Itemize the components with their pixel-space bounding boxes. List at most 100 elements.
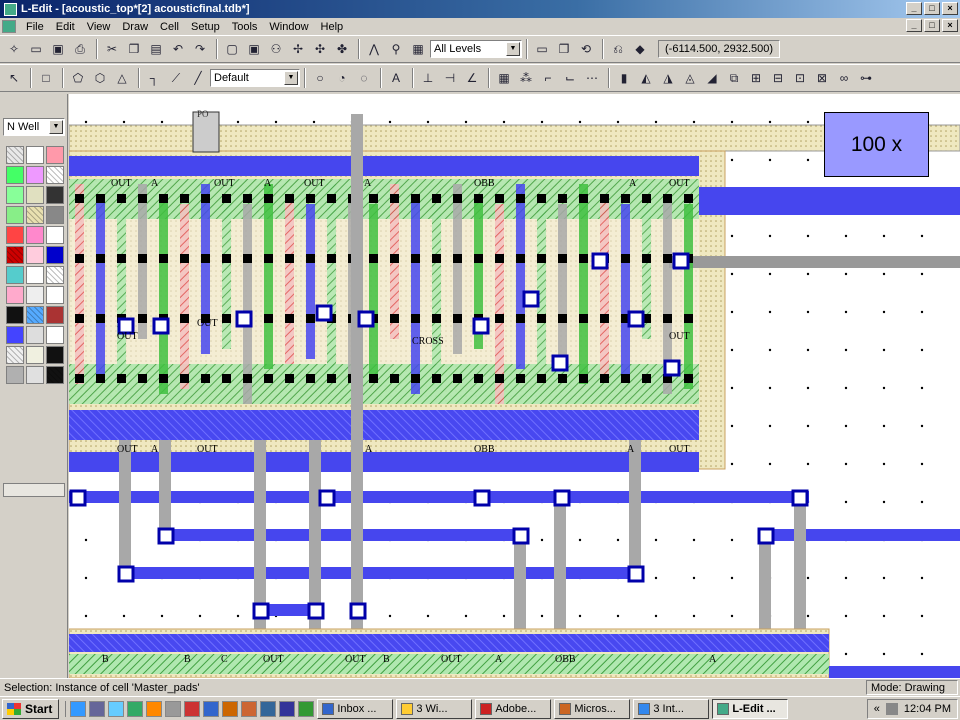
boolean-icon[interactable]: ▮ bbox=[614, 68, 634, 88]
menu-setup[interactable]: Setup bbox=[185, 21, 226, 33]
layer-swatch[interactable] bbox=[26, 246, 44, 264]
polygon-tool-icon[interactable]: ⬠ bbox=[68, 68, 88, 88]
layout-canvas[interactable]: PO OUT A OUT A OUT A OBB A OUT OUT OUT C… bbox=[69, 94, 960, 678]
layer-swatch[interactable] bbox=[46, 306, 64, 324]
ungroup-icon[interactable]: ⊠ bbox=[812, 68, 832, 88]
edge-icon[interactable]: ⌐ bbox=[538, 68, 558, 88]
array-icon[interactable]: ⁂ bbox=[516, 68, 536, 88]
maximize-button[interactable]: □ bbox=[924, 2, 940, 15]
binoculars-icon[interactable]: ⚇ bbox=[266, 39, 286, 59]
layer-swatch[interactable] bbox=[26, 206, 44, 224]
layer-swatch[interactable] bbox=[46, 286, 64, 304]
layer-select[interactable]: N Well ▼ bbox=[3, 118, 65, 136]
layer-swatch[interactable] bbox=[46, 166, 64, 184]
layer-swatch[interactable] bbox=[26, 166, 44, 184]
menu-cell[interactable]: Cell bbox=[154, 21, 185, 33]
layer-swatch[interactable] bbox=[26, 306, 44, 324]
polygon-45-icon[interactable]: ⬡ bbox=[90, 68, 110, 88]
layer-icon[interactable]: ▦ bbox=[408, 39, 428, 59]
layer-swatch[interactable] bbox=[46, 226, 64, 244]
open-cell-icon[interactable]: ▭ bbox=[532, 39, 552, 59]
layer-swatch[interactable] bbox=[26, 366, 44, 384]
eraser-icon[interactable]: ◆ bbox=[630, 39, 650, 59]
layer-swatch[interactable] bbox=[26, 286, 44, 304]
taskbar-button[interactable]: L-Edit ... bbox=[712, 698, 789, 719]
desktop-icon[interactable] bbox=[127, 700, 144, 717]
start-button[interactable]: Start bbox=[2, 698, 60, 719]
office-icon[interactable] bbox=[241, 700, 258, 717]
clock[interactable]: 12:04 PM bbox=[904, 703, 951, 715]
cell-copy-icon[interactable]: ❐ bbox=[554, 39, 574, 59]
explorer-icon[interactable] bbox=[203, 700, 220, 717]
layer-swatch[interactable] bbox=[26, 226, 44, 244]
doc-restore-button[interactable]: □ bbox=[924, 19, 940, 32]
cut-icon[interactable]: ✂ bbox=[102, 39, 122, 59]
print-icon[interactable]: ⎙ bbox=[70, 39, 90, 59]
taskbar-button[interactable]: 3 Int... bbox=[633, 698, 710, 719]
port-tool-icon[interactable]: A bbox=[386, 68, 406, 88]
chevron-down-icon[interactable]: ▼ bbox=[49, 120, 63, 134]
menu-draw[interactable]: Draw bbox=[116, 21, 154, 33]
layer-swatch[interactable] bbox=[6, 266, 24, 284]
doc-minimize-button[interactable]: _ bbox=[906, 19, 922, 32]
shrink-icon[interactable]: ⊟ bbox=[768, 68, 788, 88]
slice-icon[interactable]: ⋯ bbox=[582, 68, 602, 88]
new-file-icon[interactable]: ✧ bbox=[4, 39, 24, 59]
wire-90-icon[interactable]: ┐ bbox=[144, 68, 164, 88]
circle-tool-icon[interactable]: ○ bbox=[310, 68, 330, 88]
cell-refresh-icon[interactable]: ⟲ bbox=[576, 39, 596, 59]
search-icon[interactable]: ⚲ bbox=[386, 39, 406, 59]
menu-file[interactable]: File bbox=[20, 21, 50, 33]
doc-close-button[interactable]: × bbox=[942, 19, 958, 32]
layer-swatch[interactable] bbox=[6, 226, 24, 244]
ruler-angle-icon[interactable]: ∠ bbox=[462, 68, 482, 88]
layer-swatch[interactable] bbox=[6, 326, 24, 344]
style-select[interactable]: Default ▼ bbox=[210, 69, 300, 87]
grow-icon[interactable]: ⊞ bbox=[746, 68, 766, 88]
vertex-icon[interactable]: ⌙ bbox=[560, 68, 580, 88]
network-icon[interactable]: ⎌ bbox=[608, 39, 628, 59]
rotate-icon[interactable]: ◬ bbox=[680, 68, 700, 88]
chevron-down-icon[interactable]: ▼ bbox=[284, 71, 298, 85]
excel-icon[interactable] bbox=[298, 700, 315, 717]
pointer-icon[interactable]: ↖ bbox=[4, 68, 24, 88]
layer-swatch[interactable] bbox=[26, 346, 44, 364]
taskbar-button[interactable]: Inbox ... bbox=[317, 698, 394, 719]
menu-tools[interactable]: Tools bbox=[226, 21, 264, 33]
instance-icon[interactable]: ▦ bbox=[494, 68, 514, 88]
layer-swatch[interactable] bbox=[6, 286, 24, 304]
ie-icon[interactable] bbox=[70, 700, 87, 717]
layer-swatch[interactable] bbox=[46, 146, 64, 164]
open-folder-icon[interactable]: ▭ bbox=[26, 39, 46, 59]
messenger-icon[interactable] bbox=[260, 700, 277, 717]
group-icon[interactable]: ⊡ bbox=[790, 68, 810, 88]
level-select[interactable]: All Levels ▼ bbox=[430, 40, 522, 58]
merge-icon[interactable]: ⧉ bbox=[724, 68, 744, 88]
layer-swatch[interactable] bbox=[6, 346, 24, 364]
word-icon[interactable] bbox=[279, 700, 296, 717]
layer-swatch[interactable] bbox=[46, 326, 64, 344]
mirror-icon[interactable]: ◢ bbox=[702, 68, 722, 88]
taskbar-button[interactable]: Adobe... bbox=[475, 698, 552, 719]
fit-view-icon[interactable]: ▢ bbox=[222, 39, 242, 59]
document-icon[interactable] bbox=[2, 20, 16, 33]
menu-edit[interactable]: Edit bbox=[50, 21, 81, 33]
link-icon[interactable]: ∞ bbox=[834, 68, 854, 88]
layer-swatch[interactable] bbox=[46, 266, 64, 284]
close-button[interactable]: × bbox=[942, 2, 958, 15]
layer-swatch[interactable] bbox=[26, 326, 44, 344]
layer-swatch[interactable] bbox=[46, 346, 64, 364]
layer-swatch[interactable] bbox=[6, 186, 24, 204]
layer-swatch[interactable] bbox=[26, 266, 44, 284]
layout-drawing[interactable]: PO OUT A OUT A OUT A OBB A OUT OUT OUT C… bbox=[69, 94, 960, 678]
menu-view[interactable]: View bbox=[81, 21, 117, 33]
ruler-v-icon[interactable]: ⊣ bbox=[440, 68, 460, 88]
layer-swatch[interactable] bbox=[46, 246, 64, 264]
powerpoint-icon[interactable] bbox=[222, 700, 239, 717]
layer-swatch[interactable] bbox=[6, 246, 24, 264]
copy-icon[interactable]: ❐ bbox=[124, 39, 144, 59]
chevron-down-icon[interactable]: ▼ bbox=[506, 42, 520, 56]
outlook-icon[interactable] bbox=[108, 700, 125, 717]
layer-swatch[interactable] bbox=[46, 366, 64, 384]
paste-icon[interactable]: ▤ bbox=[146, 39, 166, 59]
